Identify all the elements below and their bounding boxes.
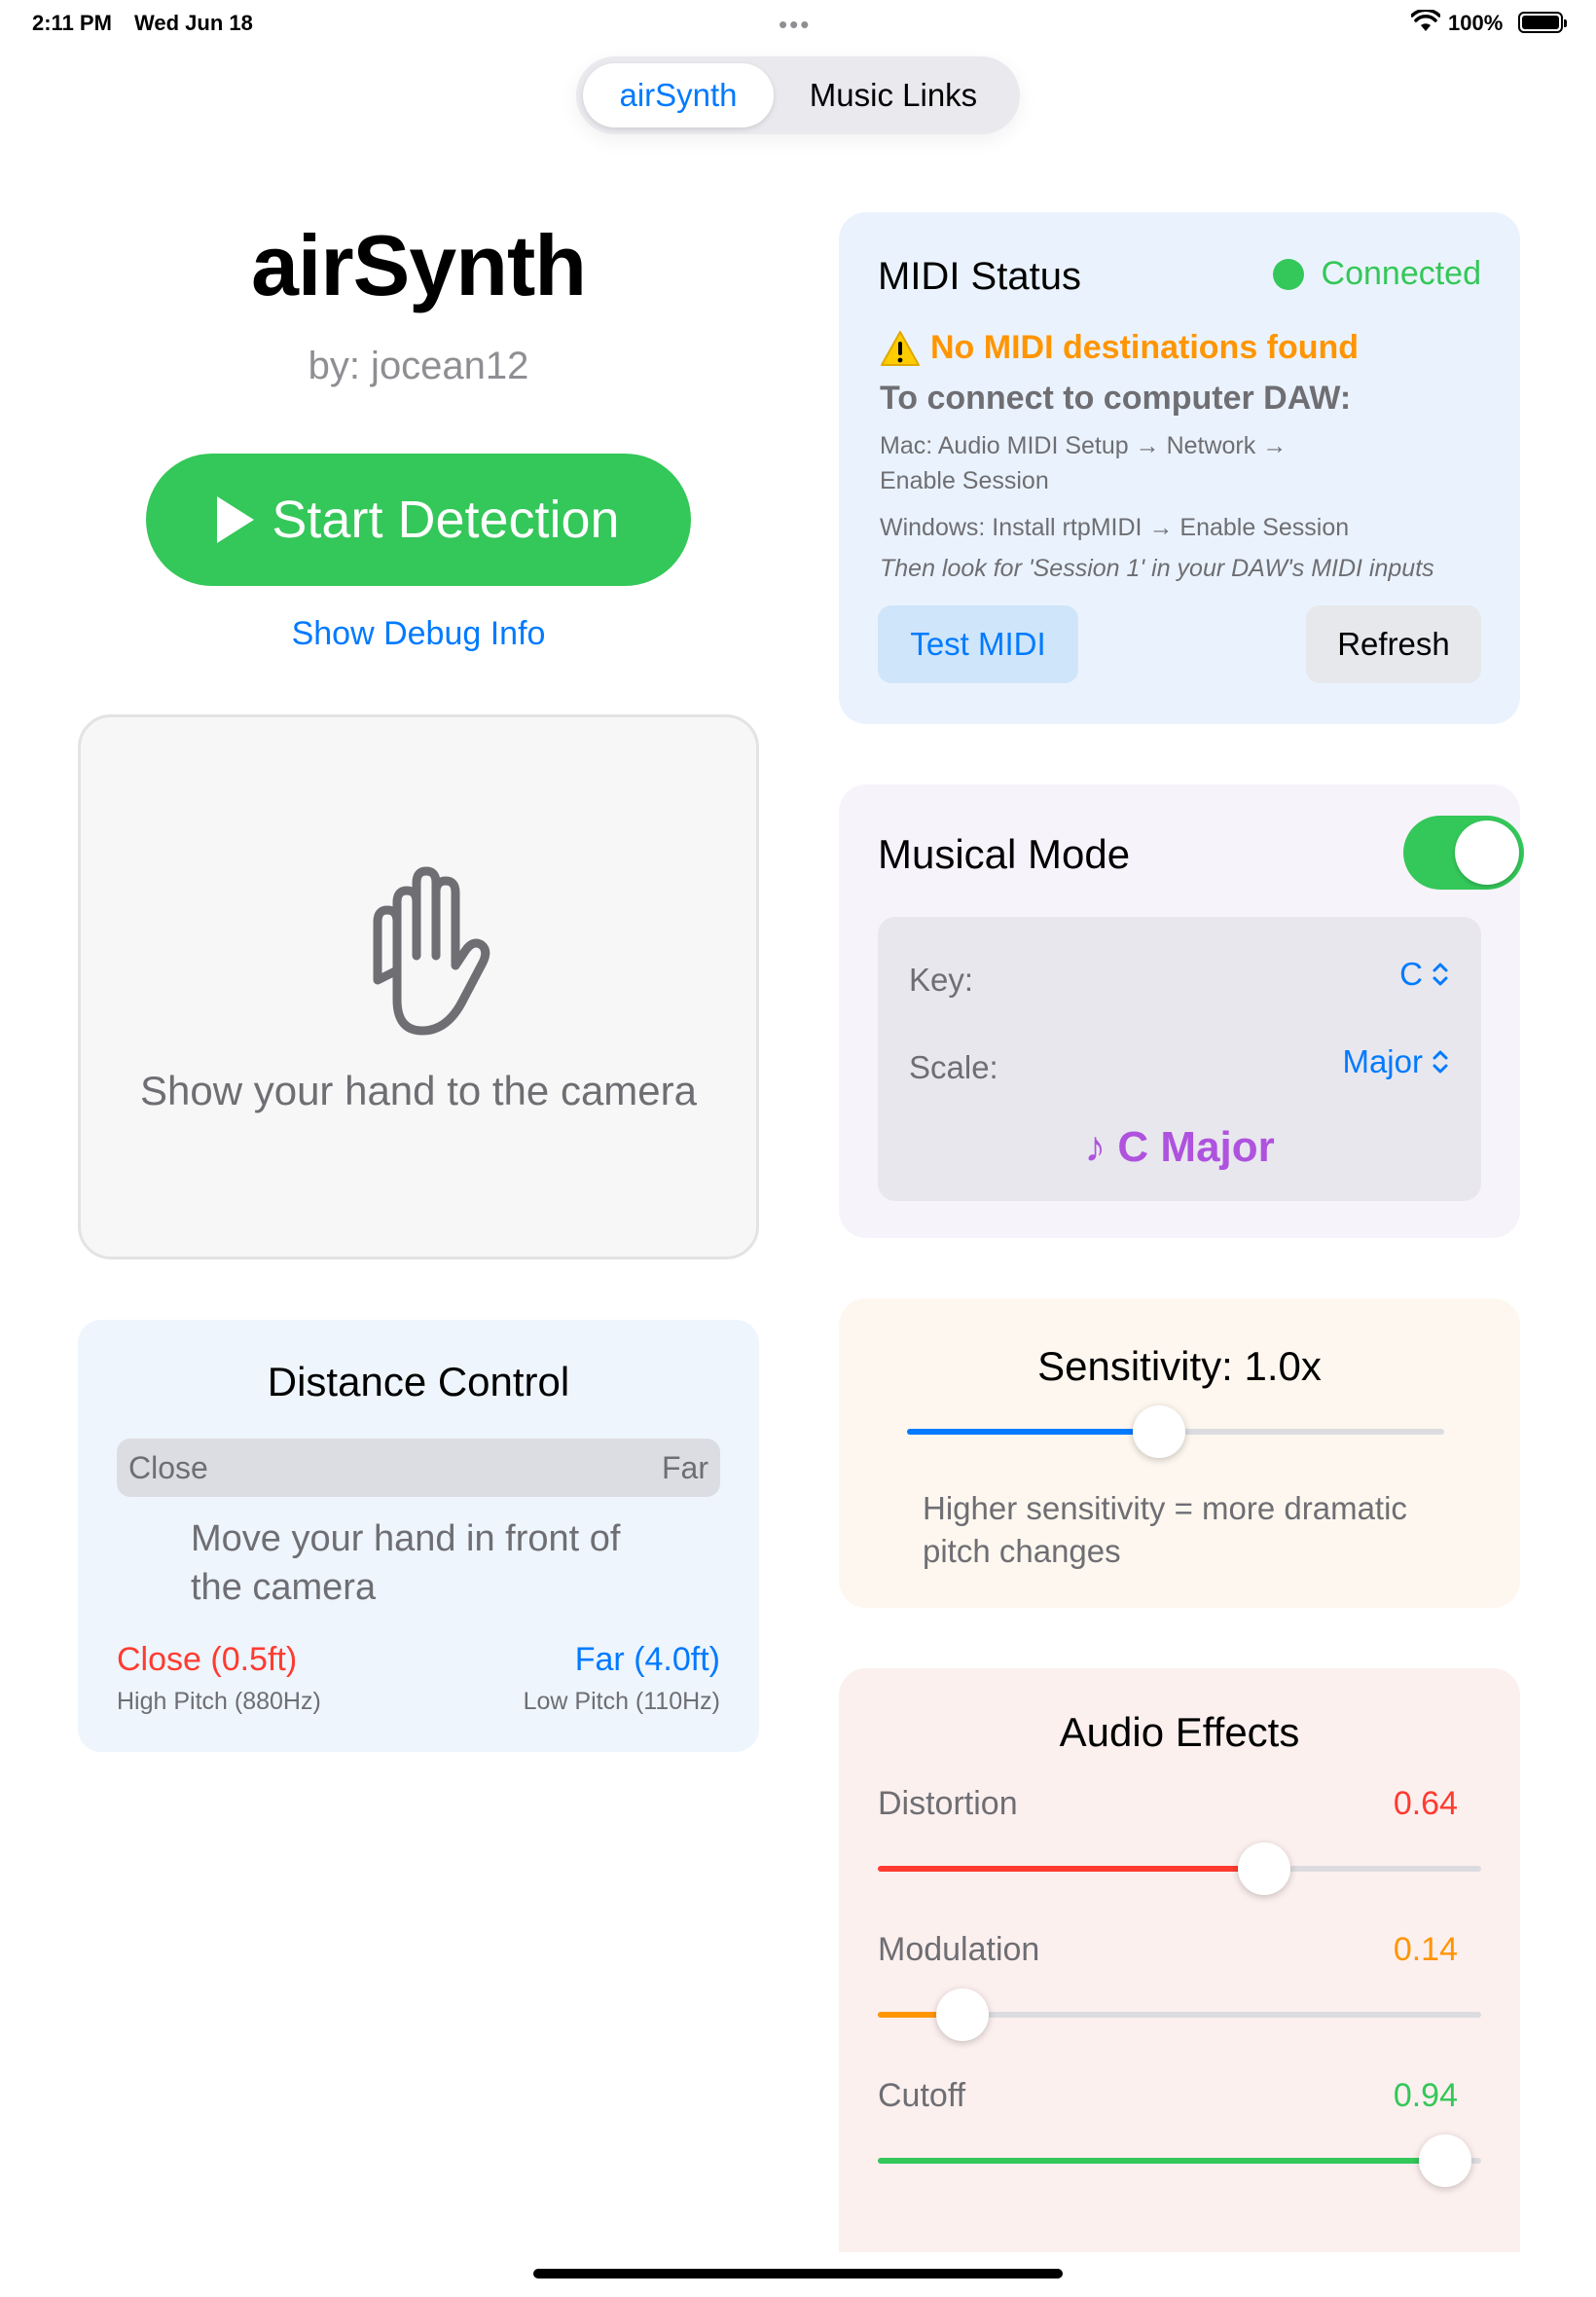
battery-icon: [1518, 12, 1567, 33]
midi-status-text: Connected: [1321, 255, 1481, 292]
start-detection-label: Start Detection: [272, 491, 620, 549]
camera-preview: Show your hand to the camera: [78, 714, 759, 1259]
sensitivity-slider-thumb[interactable]: [1133, 1405, 1186, 1458]
play-icon: [217, 496, 255, 543]
midi-status-card: MIDI Status Connected No MIDI destinatio…: [839, 212, 1520, 724]
distance-control-title: Distance Control: [267, 1359, 570, 1404]
status-date: Wed Jun 18: [134, 11, 253, 35]
status-time: 2:11 PM: [32, 11, 112, 35]
warning-icon: [881, 330, 920, 366]
status-dot-icon: [1272, 258, 1304, 290]
refresh-button[interactable]: Refresh: [1306, 605, 1481, 683]
far-distance-label: Far (4.0ft): [574, 1641, 720, 1678]
distortion-label: Distortion: [878, 1785, 1018, 1822]
sensitivity-description: Higher sensitivity = more dramatic pitch…: [923, 1490, 1407, 1569]
key-value: C: [1399, 956, 1423, 992]
key-picker[interactable]: C: [1399, 956, 1450, 993]
midi-warning-text: No MIDI destinations found: [930, 329, 1360, 366]
distortion-value: 0.64: [1393, 1785, 1458, 1822]
sensitivity-slider[interactable]: [907, 1405, 1444, 1458]
musical-mode-card: Musical Mode Key: C Scale: Major ♪ C Maj…: [839, 784, 1524, 1238]
midi-warning: No MIDI destinations found: [880, 329, 1359, 367]
wifi-icon: [1411, 10, 1440, 31]
camera-message: Show your hand to the camera: [139, 1068, 697, 1113]
scale-picker[interactable]: Major: [1342, 1043, 1450, 1080]
mac-instructions-line1: Mac: Audio MIDI Setup → Network →: [880, 432, 1288, 459]
audio-effects-title: Audio Effects: [1059, 1709, 1300, 1755]
cutoff-value: 0.94: [1393, 2077, 1458, 2114]
musical-mode-toggle[interactable]: [1403, 816, 1524, 890]
multitasking-dots-icon[interactable]: •••: [779, 10, 811, 40]
windows-instructions: Windows: Install rtpMIDI → Enable Sessio…: [880, 514, 1350, 541]
audio-effects-card: Audio Effects Distortion 0.64 Modulation…: [839, 1668, 1520, 2252]
distortion-slider-thumb[interactable]: [1237, 1842, 1290, 1895]
show-debug-info-link[interactable]: Show Debug Info: [78, 615, 759, 653]
distance-bar-far: Far: [662, 1450, 708, 1485]
scale-label: Scale:: [909, 1049, 998, 1085]
daw-instructions: Then look for 'Session 1' in your DAW's …: [880, 555, 1434, 582]
start-detection-button[interactable]: Start Detection: [146, 454, 691, 586]
status-bar: 2:11 PM Wed Jun 18 ••• 100%: [0, 0, 1596, 47]
distance-bar: Close Far: [117, 1439, 720, 1497]
distance-message: Move your hand in front of the camera: [191, 1518, 621, 1608]
cutoff-slider-fill: [878, 2158, 1445, 2164]
sensitivity-title: Sensitivity: 1.0x: [1037, 1343, 1322, 1389]
musical-mode-title: Musical Mode: [878, 831, 1131, 877]
far-pitch-label: Low Pitch (110Hz): [523, 1688, 720, 1715]
sensitivity-card: Sensitivity: 1.0x Higher sensitivity = m…: [839, 1298, 1520, 1608]
chevron-up-down-icon: [1433, 963, 1448, 986]
battery-percent: 100%: [1448, 11, 1504, 35]
tab-music-links[interactable]: Music Links: [774, 63, 1013, 128]
cutoff-label: Cutoff: [878, 2077, 966, 2114]
modulation-slider[interactable]: [878, 1988, 1481, 2041]
modulation-slider-thumb[interactable]: [935, 1988, 989, 2041]
distance-control-card: Distance Control Close Far Move your han…: [78, 1320, 759, 1752]
distortion-slider[interactable]: [878, 1842, 1481, 1895]
tab-bar: airSynth Music Links: [576, 56, 1020, 134]
author-label: by: jocean12: [308, 345, 529, 387]
sensitivity-slider-fill: [907, 1429, 1160, 1435]
home-indicator[interactable]: [533, 2269, 1063, 2279]
tab-airsynth[interactable]: airSynth: [583, 63, 774, 128]
musical-mode-settings: Key: C Scale: Major ♪ C Major: [878, 917, 1481, 1201]
chevron-up-down-icon: [1433, 1050, 1448, 1074]
mac-instructions-line2: Enable Session: [880, 467, 1049, 494]
scale-value: Major: [1342, 1043, 1423, 1079]
modulation-value: 0.14: [1393, 1931, 1458, 1968]
modulation-label: Modulation: [878, 1931, 1040, 1968]
test-midi-button[interactable]: Test MIDI: [878, 605, 1078, 683]
app-title: airSynth: [250, 217, 587, 313]
hand-raised-icon: [373, 866, 490, 1036]
close-distance-label: Close (0.5ft): [117, 1641, 298, 1678]
connect-heading: To connect to computer DAW:: [880, 380, 1352, 417]
cutoff-slider[interactable]: [878, 2134, 1481, 2187]
distortion-slider-fill: [878, 1866, 1264, 1872]
selected-scale-display: ♪ C Major: [1084, 1123, 1275, 1171]
midi-connection-status: Connected: [1272, 255, 1481, 293]
cutoff-slider-thumb[interactable]: [1418, 2134, 1471, 2187]
distance-bar-close: Close: [128, 1450, 208, 1485]
midi-status-title: MIDI Status: [878, 255, 1081, 298]
close-pitch-label: High Pitch (880Hz): [117, 1688, 321, 1715]
key-label: Key:: [909, 962, 974, 998]
